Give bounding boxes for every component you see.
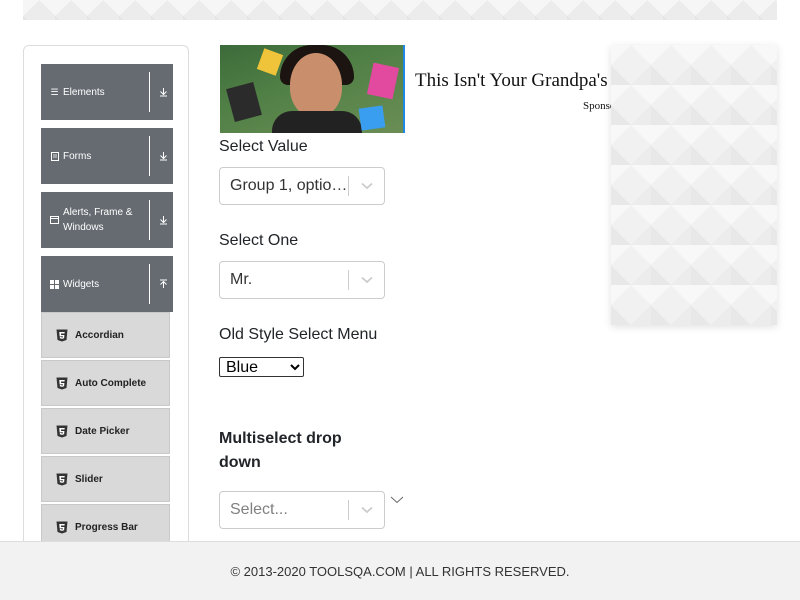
top-ad-banner[interactable] xyxy=(23,0,777,20)
html5-icon xyxy=(56,377,68,390)
expand-icon[interactable] xyxy=(153,128,173,184)
sidebar-group-label: Elements xyxy=(63,86,105,98)
footer: © 2013-2020 TOOLSQA.COM | ALL RIGHTS RES… xyxy=(0,541,800,600)
sidebar-item-auto-complete[interactable]: Auto Complete xyxy=(41,360,170,406)
multiselect-placeholder: Select... xyxy=(230,501,288,518)
sidebar-item-label: Slider xyxy=(75,473,103,485)
chevron-down-icon xyxy=(390,493,404,505)
ad-image[interactable] xyxy=(220,45,405,133)
html5-icon xyxy=(56,473,68,486)
divider xyxy=(149,136,150,176)
old-style-select-label: Old Style Select Menu xyxy=(219,326,378,343)
sidebar-group-label: Widgets xyxy=(63,278,100,290)
sidebar-item-label: Auto Complete xyxy=(75,377,147,389)
sidebar-item-label: Date Picker xyxy=(75,425,130,437)
divider xyxy=(149,264,150,304)
sidebar-group-label: Forms xyxy=(63,150,92,162)
sidebar-group-forms[interactable]: Forms xyxy=(41,128,173,184)
sidebar-item-accordian[interactable]: Accordian xyxy=(41,312,170,358)
multiselect-label: Multiselect drop down xyxy=(219,430,342,471)
sidebar-item-label: Progress Bar xyxy=(75,521,138,533)
collapse-icon[interactable] xyxy=(153,256,173,312)
sidebar-item-label: Accordian xyxy=(75,329,124,341)
select-one-label: Select One xyxy=(219,232,299,249)
chevron-down-icon[interactable] xyxy=(349,262,385,298)
grid-icon xyxy=(50,279,59,289)
select-one-current: Mr. xyxy=(230,271,253,288)
html5-icon xyxy=(56,425,68,438)
expand-icon[interactable] xyxy=(153,192,173,248)
sidebar-item-slider[interactable]: Slider xyxy=(41,456,170,502)
window-icon xyxy=(50,216,59,225)
select-value-current: Group 1, option 1 xyxy=(230,177,348,194)
html5-icon xyxy=(56,329,68,342)
sidebar: ☰ Elements Forms Alerts, Frame & Windows xyxy=(23,45,189,565)
footer-copyright: © 2013-2020 TOOLSQA.COM | ALL RIGHTS RES… xyxy=(230,563,570,579)
list-icon: ☰ xyxy=(50,86,59,97)
sidebar-group-label: Alerts, Frame & Windows xyxy=(63,207,133,233)
chevron-down-icon[interactable] xyxy=(349,168,385,204)
sidebar-group-elements[interactable]: ☰ Elements xyxy=(41,64,173,120)
sidebar-group-alerts[interactable]: Alerts, Frame & Windows xyxy=(41,192,173,248)
sidebar-item-date-picker[interactable]: Date Picker xyxy=(41,408,170,454)
old-style-select-menu[interactable]: Blue xyxy=(219,357,304,377)
multiselect-dropdown[interactable]: Select... xyxy=(219,491,385,529)
html5-icon xyxy=(56,521,68,534)
divider xyxy=(149,72,150,112)
select-value-dropdown[interactable]: Group 1, option 1 xyxy=(219,167,385,205)
select-one-dropdown[interactable]: Mr. xyxy=(219,261,385,299)
page: ☰ Elements Forms Alerts, Frame & Windows xyxy=(0,0,800,600)
side-ad-banner[interactable] xyxy=(611,45,777,325)
divider xyxy=(149,200,150,240)
chevron-down-icon[interactable] xyxy=(349,492,385,528)
expand-icon[interactable] xyxy=(153,64,173,120)
sidebar-group-widgets[interactable]: Widgets xyxy=(41,256,173,312)
form-icon xyxy=(50,151,59,161)
select-value-label: Select Value xyxy=(219,138,308,155)
